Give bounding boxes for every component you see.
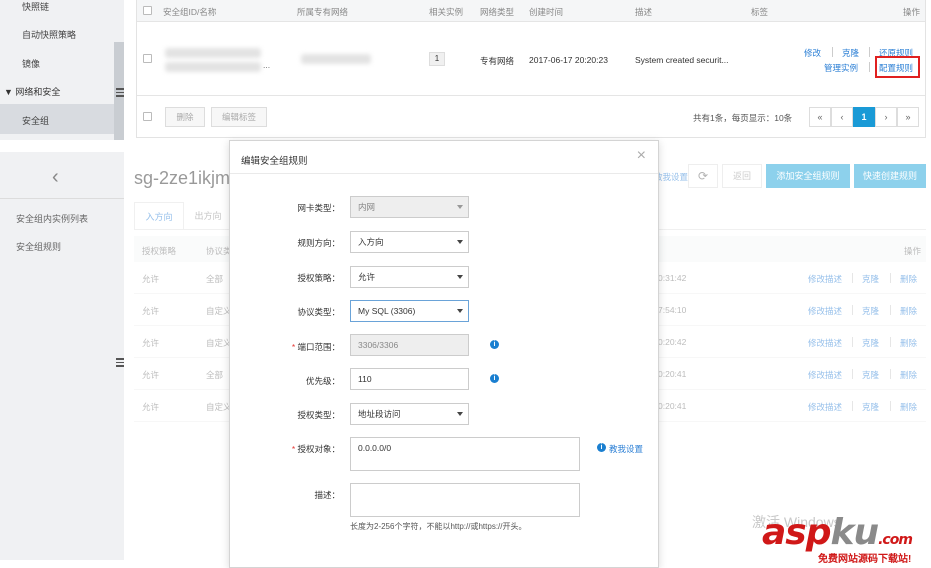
name-ellipsis: ... (263, 60, 271, 70)
modify-link[interactable]: 修改 (804, 47, 821, 59)
sidebar-item-instances[interactable]: 安全组内实例列表 (16, 212, 88, 225)
info-icon[interactable]: i (490, 340, 499, 349)
policy-select[interactable]: 允许 (350, 266, 469, 288)
auth-type-label: 授权类型： (297, 410, 340, 420)
policy-label: 授权策略： (297, 273, 340, 283)
auth-object-label: * 授权对象： (291, 444, 340, 454)
auth-object-textarea[interactable]: 0.0.0.0/0 (350, 437, 580, 471)
table-footer: 删除 编辑标签 共有1条，每页显示：10条 « ‹ 1 › » (137, 96, 925, 138)
back-chevron-icon[interactable]: ‹ (52, 166, 59, 189)
site-watermark-logo: aspku.com (762, 512, 913, 553)
highlight-box (875, 56, 920, 78)
delete-button[interactable]: 删除 (165, 107, 205, 127)
info-icon: i (597, 443, 606, 452)
sidebar-item-image[interactable]: 镜像 (22, 57, 40, 70)
th-created: 创建时间 (529, 7, 564, 17)
sidebar-item-active-bg (0, 104, 124, 134)
related-instances-badge[interactable]: 1 (429, 52, 445, 66)
footer-select-checkbox[interactable] (143, 112, 152, 121)
caret-down-icon (457, 412, 463, 416)
th-tags: 标签 (751, 7, 769, 17)
edit-tags-button[interactable]: 编辑标签 (211, 107, 267, 127)
port-range-label: * 端口范围： (291, 342, 340, 352)
top-sidebar: 快照链 自动快照策略 镜像 ▼ 网络和安全 安全组 (0, 0, 124, 140)
sidebar-item-security-group[interactable]: 安全组 (22, 114, 49, 127)
close-icon[interactable]: × (637, 147, 646, 165)
description-hint: 长度为2-256个字符，不能以http://或https://开头。 (350, 522, 527, 531)
th-actions: 操作 (903, 7, 921, 17)
menu-collapse-icon[interactable] (116, 88, 124, 98)
sidebar-item-rules[interactable]: 安全组规则 (16, 240, 61, 253)
sidebar-item-auto-snapshot[interactable]: 自动快照策略 (22, 28, 76, 41)
select-all-checkbox[interactable] (143, 6, 152, 15)
th-vpc: 所属专有网络 (297, 7, 349, 17)
nic-type-label: 网卡类型： (297, 203, 340, 213)
th-description: 描述 (635, 7, 653, 17)
sidebar-item-snapshot-chain[interactable]: 快照链 (22, 0, 49, 13)
table-row: ... 1 专有网络 2017-06-17 20:20:23 System cr… (137, 22, 925, 96)
pager-last[interactable]: » (897, 107, 919, 127)
nic-type-select: 内网 (350, 196, 469, 218)
network-type: 专有网络 (480, 56, 515, 66)
th-id-name: 安全组ID/名称 (163, 7, 217, 17)
caret-down-icon (457, 240, 463, 244)
priority-label: 优先级： (305, 376, 340, 386)
site-watermark-tagline: 免费网站源码下载站! (818, 554, 912, 565)
port-range-input: 3306/3306 (350, 334, 469, 356)
security-group-table: 安全组ID/名称 所属专有网络 相关实例 网络类型 创建时间 描述 标签 操作 … (136, 0, 926, 138)
pager-page-1[interactable]: 1 (853, 107, 875, 127)
direction-label: 规则方向： (297, 238, 340, 248)
info-icon[interactable]: i (490, 374, 499, 383)
pagination-summary: 共有1条，每页显示：10条 (693, 113, 793, 123)
edit-rule-dialog: 编辑安全组规则 × 网卡类型： 内网 规则方向： 入方向 授权策略： 允许 协议… (229, 140, 659, 568)
pager-first[interactable]: « (809, 107, 831, 127)
description-textarea[interactable] (350, 483, 580, 517)
manage-instances-link[interactable]: 管理实例 (824, 62, 858, 74)
caret-down-icon (457, 275, 463, 279)
redacted-name (165, 62, 261, 72)
table-header: 安全组ID/名称 所属专有网络 相关实例 网络类型 创建时间 描述 标签 操作 (137, 0, 925, 22)
clone-link[interactable]: 克隆 (842, 47, 859, 59)
th-network-type: 网络类型 (480, 7, 515, 17)
description: System created securit... (635, 55, 729, 65)
description-label: 描述： (314, 490, 340, 500)
top-panel: 快照链 自动快照策略 镜像 ▼ 网络和安全 安全组 安全组ID/名称 所属专有网… (0, 0, 931, 140)
caret-down-icon (457, 309, 463, 313)
protocol-label: 协议类型： (297, 307, 340, 317)
th-instances: 相关实例 (429, 7, 464, 17)
created-time: 2017-06-17 20:20:23 (529, 55, 608, 65)
menu-collapse-icon[interactable] (116, 358, 124, 368)
priority-input[interactable]: 110 (350, 368, 469, 390)
pager-prev[interactable]: ‹ (831, 107, 853, 127)
sidebar-group-network-security[interactable]: ▼ 网络和安全 (4, 85, 60, 98)
redacted-id (165, 48, 261, 58)
auth-type-select[interactable]: 地址段访问 (350, 403, 469, 425)
pager-next[interactable]: › (875, 107, 897, 127)
rules-sidebar: ‹ 安全组内实例列表 安全组规则 (0, 152, 124, 560)
redacted-vpc (301, 54, 371, 64)
teach-me-link[interactable]: 教我设置 (609, 443, 643, 455)
dialog-title: 编辑安全组规则 (241, 156, 308, 167)
caret-down-icon (457, 205, 463, 209)
row-checkbox[interactable] (143, 54, 152, 63)
protocol-select[interactable]: My SQL (3306) (350, 300, 469, 322)
direction-select[interactable]: 入方向 (350, 231, 469, 253)
caret-down-icon: ▼ (4, 87, 16, 97)
